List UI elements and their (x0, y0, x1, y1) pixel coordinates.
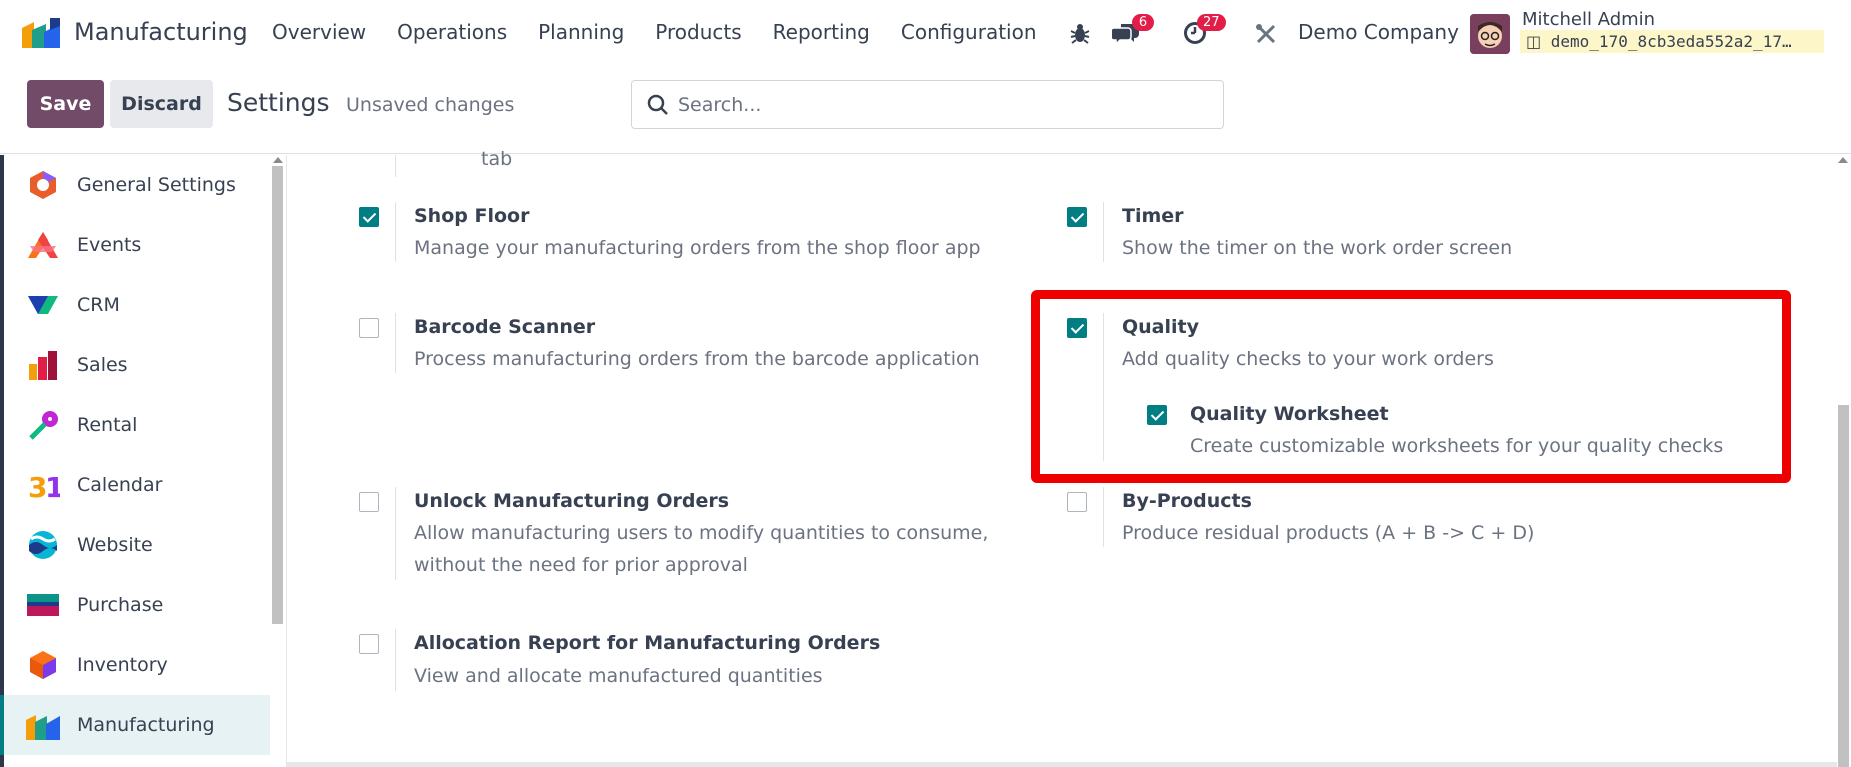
search-icon (647, 94, 668, 115)
by-products-description: Produce residual products (A + B -> C + … (1122, 522, 1535, 544)
sidebar-item-rental[interactable]: Rental (4, 395, 270, 455)
database-name: ◫ demo_170_8cb3eda552a2_17… (1520, 30, 1824, 53)
general-settings-icon (30, 171, 56, 199)
sidebar-item-events[interactable]: Events (4, 215, 270, 275)
unsaved-changes-indicator: Unsaved changes (346, 94, 515, 116)
by-products-checkbox[interactable] (1067, 492, 1087, 512)
sidebar-item-label: Inventory (77, 654, 168, 676)
unlock-manufacturing-orders-description-line2: without the need for prior approval (414, 554, 748, 576)
sidebar-item-label: Website (77, 534, 153, 556)
timer-title: Timer (1122, 205, 1184, 227)
control-panel: Save Discard Settings Unsaved changes (0, 66, 1851, 154)
sidebar-item-purchase[interactable]: Purchase (4, 575, 270, 635)
menu-products[interactable]: Products (655, 20, 741, 44)
setting-divider (395, 487, 396, 580)
allocation-report-description: View and allocate manufactured quantitie… (414, 665, 823, 687)
sidebar-item-label: Purchase (77, 594, 164, 616)
sidebar-item-label: Sales (77, 354, 128, 376)
events-icon (28, 232, 58, 258)
purchase-icon (27, 594, 59, 616)
sidebar-item-website[interactable]: Website (4, 515, 270, 575)
website-icon (29, 531, 57, 559)
sidebar-item-label: CRM (77, 294, 120, 316)
setting-divider (395, 202, 396, 262)
user-avatar-icon (1470, 14, 1510, 54)
allocation-report-checkbox[interactable] (359, 634, 379, 654)
menu-configuration[interactable]: Configuration (901, 20, 1037, 44)
unlock-manufacturing-orders-checkbox[interactable] (359, 492, 379, 512)
messages-badge: 6 (1132, 14, 1154, 31)
by-products-title: By-Products (1122, 490, 1252, 512)
sidebar-scrollbar[interactable] (272, 166, 283, 624)
main-menu: Overview Operations Planning Products Re… (272, 20, 1068, 44)
calendar-icon: 3 1 (28, 471, 60, 500)
inventory-icon (30, 651, 56, 679)
activities-badge: 27 (1197, 14, 1226, 31)
save-button[interactable]: Save (27, 80, 104, 128)
search-input[interactable] (678, 91, 1198, 119)
content-bottom-edge (286, 762, 1837, 767)
sidebar-scroll-up-arrow[interactable] (273, 157, 283, 163)
quality-highlight-box (1031, 290, 1791, 483)
manufacturing-app-icon[interactable] (22, 18, 62, 48)
timer-description: Show the timer on the work order screen (1122, 237, 1513, 259)
crm-icon (28, 296, 58, 314)
sales-icon (29, 351, 57, 380)
sidebar-item-crm[interactable]: CRM (4, 275, 270, 335)
rental-icon (29, 411, 58, 440)
setting-divider (395, 313, 396, 373)
sidebar-item-label: Calendar (77, 474, 163, 496)
sidebar-item-label: Manufacturing (77, 714, 215, 736)
sidebar-item-inventory[interactable]: Inventory (4, 635, 270, 695)
setting-divider (1103, 202, 1104, 262)
sidebar-item-sales[interactable]: Sales (4, 335, 270, 395)
shop-floor-checkbox[interactable] (359, 207, 379, 227)
company-switcher[interactable]: Demo Company (1298, 20, 1459, 44)
menu-reporting[interactable]: Reporting (773, 20, 870, 44)
top-navbar: Manufacturing Overview Operations Planni… (0, 0, 1851, 66)
timer-checkbox[interactable] (1067, 207, 1087, 227)
menu-operations[interactable]: Operations (397, 20, 507, 44)
setting-divider (1103, 487, 1104, 547)
partial-setting-text: tab (481, 148, 513, 170)
user-name[interactable]: Mitchell Admin (1522, 9, 1655, 30)
debug-tools-icon[interactable] (1255, 23, 1277, 45)
page-title: Settings (227, 88, 330, 117)
discard-button[interactable]: Discard (110, 80, 213, 128)
sidebar-item-general-settings[interactable]: General Settings (4, 155, 270, 215)
user-avatar[interactable] (1470, 14, 1510, 54)
barcode-scanner-title: Barcode Scanner (414, 316, 596, 338)
sidebar-item-label: Rental (77, 414, 138, 436)
menu-planning[interactable]: Planning (538, 20, 624, 44)
allocation-report-title: Allocation Report for Manufacturing Orde… (414, 632, 881, 654)
content-scrollbar[interactable] (1838, 405, 1849, 767)
content-scroll-up-arrow[interactable] (1838, 157, 1848, 163)
unlock-manufacturing-orders-description-line1: Allow manufacturing users to modify quan… (414, 522, 989, 544)
setting-divider (395, 155, 396, 177)
search-box[interactable] (631, 80, 1224, 129)
manufacturing-icon (26, 715, 60, 740)
shop-floor-description: Manage your manufacturing orders from th… (414, 237, 981, 259)
database-icon: ◫ (1526, 32, 1542, 51)
menu-overview[interactable]: Overview (272, 20, 366, 44)
svg-text:1: 1 (45, 471, 60, 500)
sidebar-item-label: General Settings (77, 174, 236, 196)
unlock-manufacturing-orders-title: Unlock Manufacturing Orders (414, 490, 730, 512)
sidebar-item-label: Events (77, 234, 142, 256)
setting-divider (395, 629, 396, 691)
database-name-text: demo_170_8cb3eda552a2_17… (1550, 32, 1792, 51)
sidebar-item-calendar[interactable]: 3 1 Calendar (4, 455, 270, 515)
bug-icon[interactable] (1069, 22, 1091, 44)
sidebar-item-manufacturing[interactable]: Manufacturing (0, 695, 270, 755)
shop-floor-title: Shop Floor (414, 205, 530, 227)
barcode-scanner-checkbox[interactable] (359, 318, 379, 338)
barcode-scanner-description: Process manufacturing orders from the ba… (414, 348, 980, 370)
app-name[interactable]: Manufacturing (74, 18, 248, 46)
